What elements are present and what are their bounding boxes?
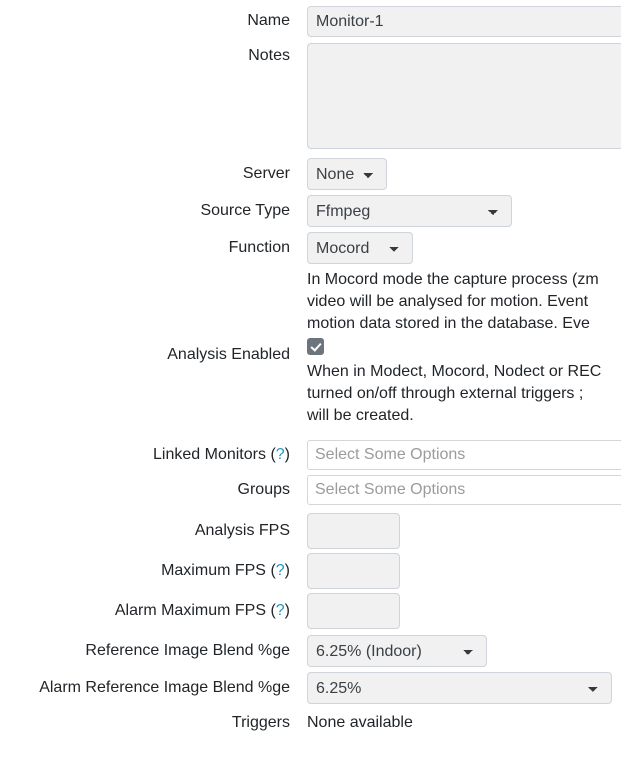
function-select[interactable]: Mocord — [307, 232, 413, 264]
analysis-enabled-checkbox[interactable] — [307, 338, 324, 355]
analysis-description-line-3: will be created. — [307, 407, 414, 424]
server-select[interactable]: None — [307, 158, 387, 190]
form-row-alarm-reference-image-blend: Alarm Reference Image Blend %ge 6.25% — [0, 672, 621, 704]
triggers-value: None available — [307, 714, 413, 731]
form-row-alarm-maximum-fps: Alarm Maximum FPS (?) — [0, 593, 621, 629]
label-linked-monitors-text: Linked Monitors — [153, 446, 266, 463]
label-maximum-fps: Maximum FPS (?) — [0, 553, 290, 580]
label-triggers: Triggers — [231, 714, 290, 731]
maximum-fps-input[interactable] — [307, 553, 400, 589]
label-alarm-reference-image-blend: Alarm Reference Image Blend %ge — [39, 679, 290, 696]
label-linked-monitors: Linked Monitors (?) — [0, 440, 290, 464]
field-groups: Select Some Options — [307, 475, 621, 505]
analysis-description-line-2: turned on/off through external triggers … — [307, 385, 584, 402]
linked-monitors-multiselect[interactable]: Select Some Options — [307, 440, 621, 470]
form-row-maximum-fps: Maximum FPS (?) — [0, 553, 621, 589]
label-name: Name — [247, 12, 290, 29]
name-input[interactable] — [307, 6, 621, 37]
function-description-line-1: In Mocord mode the capture process (zm — [307, 271, 599, 288]
form-row-analysis-enabled: Analysis Enabled In Mocord mode the capt… — [0, 269, 621, 427]
field-analysis-enabled: In Mocord mode the capture process (zm v… — [307, 269, 621, 427]
field-server: None — [307, 158, 621, 190]
groups-multiselect[interactable]: Select Some Options — [307, 475, 621, 505]
source-type-select[interactable]: Ffmpeg — [307, 195, 512, 227]
field-linked-monitors: Select Some Options — [307, 440, 621, 470]
label-groups: Groups — [237, 481, 290, 498]
form-row-source-type: Source Type Ffmpeg — [0, 195, 621, 227]
field-triggers: None available — [307, 712, 621, 732]
function-description-line-3: motion data stored in the database. Eve — [307, 315, 590, 332]
label-notes: Notes — [248, 47, 290, 64]
label-source-type: Source Type — [200, 202, 290, 219]
label-server: Server — [242, 165, 290, 182]
field-alarm-maximum-fps — [307, 593, 621, 629]
maximum-fps-help-icon[interactable]: ? — [276, 562, 285, 579]
monitor-settings-form: Name Notes Server None Source Type Ffmpe… — [0, 0, 621, 732]
field-maximum-fps — [307, 553, 621, 589]
notes-textarea[interactable] — [307, 43, 621, 149]
form-row-linked-monitors: Linked Monitors (?) Select Some Options — [0, 440, 621, 470]
label-alarm-maximum-fps-text: Alarm Maximum FPS — [114, 602, 266, 619]
form-row-name: Name — [0, 6, 621, 37]
label-analysis-enabled: Analysis Enabled — [167, 346, 290, 363]
alarm-maximum-fps-input[interactable] — [307, 593, 400, 629]
field-reference-image-blend: 6.25% (Indoor) — [307, 635, 621, 667]
form-row-function: Function Mocord — [0, 232, 621, 264]
label-function: Function — [228, 239, 290, 256]
form-row-server: Server None — [0, 158, 621, 190]
alarm-maximum-fps-help-icon[interactable]: ? — [276, 602, 285, 619]
field-notes — [307, 43, 621, 149]
label-maximum-fps-text: Maximum FPS — [161, 562, 266, 579]
field-analysis-fps — [307, 513, 621, 549]
analysis-description-text: When in Modect, Mocord, Nodect or REC tu… — [307, 361, 621, 427]
field-function: Mocord — [307, 232, 621, 264]
field-alarm-reference-image-blend: 6.25% — [307, 672, 621, 704]
function-description-text: In Mocord mode the capture process (zm v… — [307, 269, 621, 335]
field-name — [307, 6, 621, 37]
form-row-triggers: Triggers None available — [0, 712, 621, 732]
help-paren-close: ) — [284, 602, 290, 619]
analysis-enabled-checkbox-wrap[interactable] — [307, 338, 621, 357]
label-analysis-fps: Analysis FPS — [194, 522, 290, 539]
label-alarm-maximum-fps: Alarm Maximum FPS (?) — [0, 593, 290, 620]
reference-image-blend-select[interactable]: 6.25% (Indoor) — [307, 635, 487, 667]
form-row-groups: Groups Select Some Options — [0, 475, 621, 505]
form-row-notes: Notes — [0, 43, 621, 149]
function-description-line-2: video will be analysed for motion. Event — [307, 293, 589, 310]
form-row-analysis-fps: Analysis FPS — [0, 513, 621, 549]
analysis-fps-input[interactable] — [307, 513, 400, 549]
help-paren-close: ) — [284, 446, 290, 463]
label-reference-image-blend: Reference Image Blend %ge — [85, 642, 290, 659]
linked-monitors-help-icon[interactable]: ? — [276, 446, 285, 463]
form-row-reference-image-blend: Reference Image Blend %ge 6.25% (Indoor) — [0, 635, 621, 667]
field-source-type: Ffmpeg — [307, 195, 621, 227]
alarm-reference-image-blend-select[interactable]: 6.25% — [307, 672, 612, 704]
help-paren-close: ) — [284, 562, 290, 579]
analysis-description-line-1: When in Modect, Mocord, Nodect or REC — [307, 363, 602, 380]
